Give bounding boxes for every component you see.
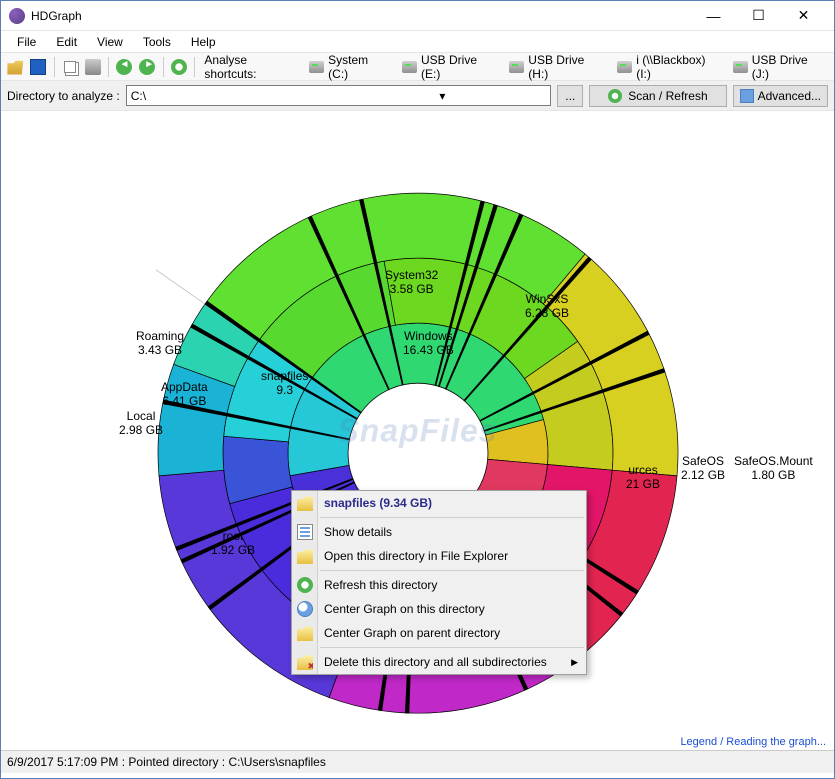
ctx-label: Open this directory in File Explorer [324, 549, 508, 563]
open-button[interactable] [5, 56, 26, 78]
details-icon [297, 524, 313, 540]
minimize-button[interactable]: — [691, 1, 736, 30]
menu-edit[interactable]: Edit [46, 33, 87, 51]
browse-button[interactable]: ... [557, 85, 583, 107]
submenu-arrow-icon: ▶ [571, 657, 578, 668]
window-title: HDGraph [31, 9, 691, 23]
separator [163, 57, 164, 77]
menubar: File Edit View Tools Help [1, 31, 834, 53]
back-icon [116, 59, 132, 75]
drive-label: USB Drive (E:) [421, 53, 495, 81]
directory-path: C:\ [131, 89, 339, 103]
shortcuts-label: Analyse shortcuts: [200, 53, 301, 81]
print-icon [85, 59, 101, 75]
refresh-icon [171, 59, 187, 75]
separator [194, 57, 195, 77]
parent-folder-icon [297, 625, 313, 641]
drive-icon [309, 61, 324, 73]
menu-file[interactable]: File [7, 33, 46, 51]
open-icon [7, 59, 23, 75]
ctx-delete[interactable]: Delete this directory and all subdirecto… [292, 650, 586, 674]
ctx-open-explorer[interactable]: Open this directory in File Explorer [292, 544, 586, 568]
folder-icon [297, 495, 313, 511]
save-icon [30, 59, 46, 75]
dropdown-icon[interactable]: ▾ [338, 89, 546, 103]
separator [54, 57, 55, 77]
ctx-separator [320, 570, 584, 571]
drive-shortcut-j[interactable]: USB Drive (J:) [727, 53, 830, 81]
drive-shortcut-e[interactable]: USB Drive (E:) [396, 53, 501, 81]
menu-view[interactable]: View [87, 33, 133, 51]
titlebar: HDGraph — ☐ ✕ [1, 1, 834, 31]
drive-shortcut-c[interactable]: System (C:) [303, 53, 394, 81]
drive-shortcut-i[interactable]: i (\\Blackbox) (I:) [611, 53, 725, 81]
drive-label: USB Drive (J:) [752, 53, 824, 81]
drive-shortcut-h[interactable]: USB Drive (H:) [503, 53, 609, 81]
watermark: SnapFiles [337, 412, 497, 449]
back-button[interactable] [114, 56, 135, 78]
separator [108, 57, 109, 77]
copy-button[interactable] [60, 56, 81, 78]
copy-icon [64, 61, 76, 73]
explorer-icon [297, 548, 313, 564]
directory-combobox[interactable]: C:\ ▾ [126, 85, 552, 106]
ctx-separator [320, 647, 584, 648]
ctx-header-label: snapfiles (9.34 GB) [324, 496, 432, 510]
menu-help[interactable]: Help [181, 33, 226, 51]
sunburst-graph[interactable]: SnapFiles Windows16.43 GB System323.58 G… [1, 111, 834, 751]
drive-label: System (C:) [328, 53, 388, 81]
ctx-show-details[interactable]: Show details [292, 520, 586, 544]
ctx-refresh-dir[interactable]: Refresh this directory [292, 573, 586, 597]
ctx-label: Center Graph on this directory [324, 602, 485, 616]
forward-icon [139, 59, 155, 75]
scan-label: Scan / Refresh [628, 89, 707, 103]
drive-label: i (\\Blackbox) (I:) [636, 53, 718, 81]
ctx-center-parent[interactable]: Center Graph on parent directory [292, 621, 586, 645]
refresh-button[interactable] [169, 56, 190, 78]
maximize-button[interactable]: ☐ [736, 1, 781, 30]
status-text: 6/9/2017 5:17:09 PM : Pointed directory … [7, 755, 326, 769]
ctx-center-this[interactable]: Center Graph on this directory [292, 597, 586, 621]
save-button[interactable] [28, 56, 49, 78]
advanced-icon [740, 89, 754, 103]
ctx-header[interactable]: snapfiles (9.34 GB) [292, 491, 586, 515]
ctx-separator [320, 517, 584, 518]
legend-link[interactable]: Legend / Reading the graph... [680, 736, 826, 748]
app-icon [9, 8, 25, 24]
statusbar: 6/9/2017 5:17:09 PM : Pointed directory … [1, 751, 834, 773]
drive-icon [402, 61, 417, 73]
directory-bar: Directory to analyze : C:\ ▾ ... Scan / … [1, 81, 834, 111]
toolbar: Analyse shortcuts: System (C:) USB Drive… [1, 53, 834, 81]
refresh-icon [297, 577, 313, 593]
close-button[interactable]: ✕ [781, 1, 826, 30]
ctx-label: Show details [324, 525, 392, 539]
menu-tools[interactable]: Tools [133, 33, 181, 51]
ctx-label: Refresh this directory [324, 578, 437, 592]
ctx-label: Delete this directory and all subdirecto… [324, 655, 547, 669]
refresh-icon [608, 89, 622, 103]
directory-label: Directory to analyze : [7, 89, 120, 103]
context-menu: snapfiles (9.34 GB) Show details Open th… [291, 490, 587, 675]
advanced-button[interactable]: Advanced... [733, 85, 828, 107]
zoom-icon [297, 601, 313, 617]
delete-icon [297, 654, 313, 670]
drive-icon [733, 61, 748, 73]
drive-icon [509, 61, 524, 73]
drive-label: USB Drive (H:) [528, 53, 603, 81]
advanced-label: Advanced... [758, 89, 821, 103]
ctx-label: Center Graph on parent directory [324, 626, 500, 640]
drive-icon [617, 61, 632, 73]
forward-button[interactable] [137, 56, 158, 78]
scan-refresh-button[interactable]: Scan / Refresh [589, 85, 726, 107]
print-button[interactable] [82, 56, 103, 78]
